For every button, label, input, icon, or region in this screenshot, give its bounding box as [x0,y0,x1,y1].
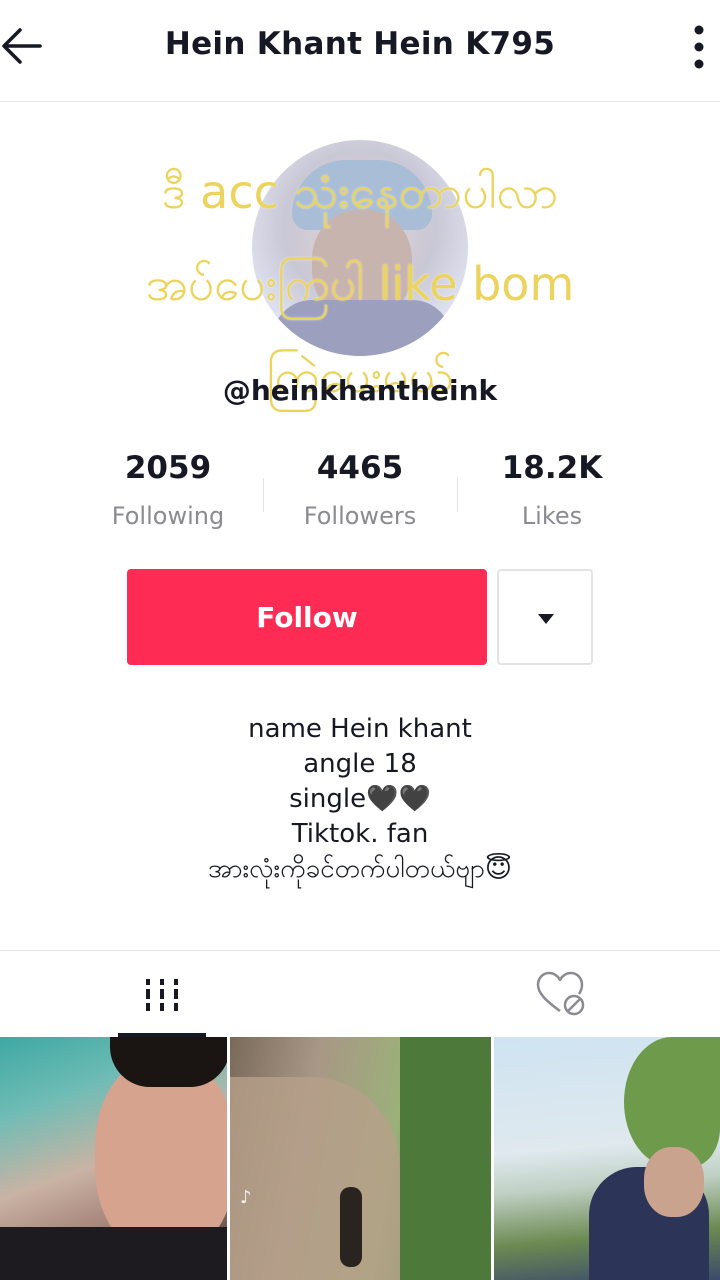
stat-value: 18.2K [501,450,603,486]
page-title: Hein Khant Hein K795 [164,26,556,62]
top-bar: Hein Khant Hein K795 [0,0,720,102]
profile-username: @heinkhantheink [222,374,498,407]
stat-label: Following [111,502,225,530]
stat-following[interactable]: 2059 Following [70,450,266,530]
more-vertical-icon [694,25,704,69]
stat-label: Followers [303,502,417,530]
follow-button[interactable]: Follow [127,569,487,665]
video-thumbnail[interactable] [494,1037,720,1280]
liked-hidden-icon [536,971,585,1016]
bio-line: angle 18 [303,749,417,779]
overlay-line: အပ်ပေးကြပါ like bom [145,257,575,311]
bio-line: name Hein khant [248,714,472,744]
tiktok-logo-icon: ♪ [240,1187,252,1208]
video-thumbnail[interactable]: ♪ [230,1037,491,1280]
profile-bio: name Hein khant angle 18 single🖤🖤 Tiktok… [60,712,660,887]
profile-stats: 2059 Following 4465 Followers 18.2K Like… [70,450,650,540]
tab-liked[interactable] [516,951,604,1039]
caret-down-icon [538,614,554,624]
stat-value: 2059 [124,450,212,486]
bio-line: single🖤🖤 [289,784,431,814]
more-options-button[interactable] [684,24,714,70]
stat-followers[interactable]: 4465 Followers [262,450,458,530]
video-thumbnail[interactable] [0,1037,227,1280]
profile-tabs [0,950,720,1038]
tab-videos[interactable] [118,951,206,1039]
stat-likes[interactable]: 18.2K Likes [454,450,650,530]
bio-line: Tiktok. fan [291,819,429,849]
video-grid: ♪ [0,1037,720,1280]
overlay-line: ဒီ acc သုံးနေတာပါလာ [161,165,559,219]
stat-value: 4465 [316,450,404,486]
bio-line: အားလုံးကိုခင်တက်ပါတယ်ဗျာ😇 [207,854,512,884]
suggested-accounts-button[interactable] [497,569,593,665]
stat-label: Likes [521,502,583,530]
grid-icon [146,979,178,1011]
